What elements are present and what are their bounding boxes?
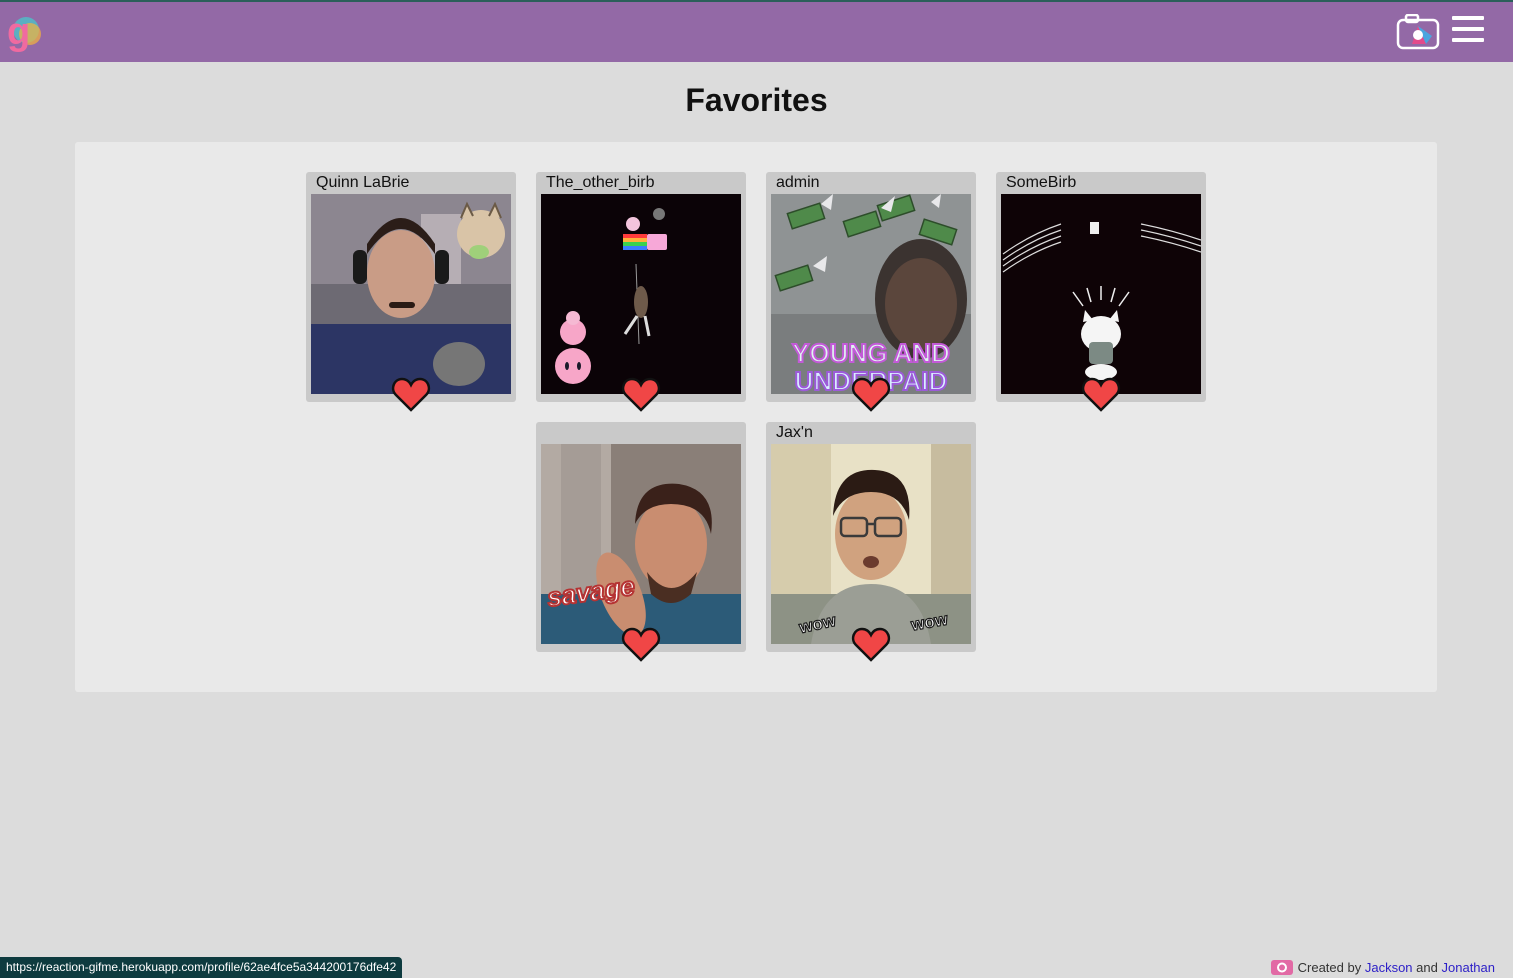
card-username[interactable]: Quinn LaBrie bbox=[316, 174, 409, 192]
heart-favorite-icon[interactable] bbox=[851, 377, 891, 413]
heart-favorite-icon[interactable] bbox=[621, 377, 661, 413]
favorites-grid: Quinn LaBrie The_other_birb admin YOUNG … bbox=[75, 142, 1437, 692]
gif-card[interactable]: The_other_birb bbox=[536, 172, 746, 412]
heart-favorite-icon[interactable] bbox=[851, 627, 891, 663]
gif-card[interactable]: admin YOUNG AND UNDERPAID bbox=[766, 172, 976, 412]
footer-prefix: Created by bbox=[1297, 960, 1362, 975]
gifme-logo-icon[interactable]: g bbox=[6, 10, 44, 54]
github-icon[interactable] bbox=[1270, 960, 1293, 975]
gif-image[interactable] bbox=[1001, 194, 1201, 394]
footer-credits: Created by Jackson and Jonathan bbox=[1270, 957, 1496, 978]
gif-image[interactable]: wow wow bbox=[771, 444, 971, 644]
card-username[interactable]: SomeBirb bbox=[1006, 174, 1076, 192]
gif-card[interactable]: savage bbox=[536, 422, 746, 662]
page-title: Favorites bbox=[685, 82, 828, 118]
camera-icon[interactable] bbox=[1396, 14, 1440, 50]
gif-image[interactable] bbox=[311, 194, 511, 394]
hamburger-menu-icon[interactable] bbox=[1452, 16, 1484, 48]
gif-card[interactable]: SomeBirb bbox=[996, 172, 1206, 412]
card-username[interactable]: admin bbox=[776, 174, 820, 192]
gif-image[interactable]: YOUNG AND UNDERPAID bbox=[771, 194, 971, 394]
gif-image[interactable]: savage bbox=[541, 444, 741, 644]
gif-card[interactable]: Quinn LaBrie bbox=[306, 172, 516, 412]
footer-joiner: and bbox=[1416, 960, 1438, 975]
heart-favorite-icon[interactable] bbox=[1081, 377, 1121, 413]
card-username[interactable]: Jax'n bbox=[776, 424, 813, 442]
card-username[interactable]: The_other_birb bbox=[546, 174, 655, 192]
gif-card[interactable]: Jax'n wow wow bbox=[766, 422, 976, 662]
svg-text:g: g bbox=[7, 11, 30, 53]
svg-text:YOUNG AND: YOUNG AND bbox=[792, 338, 950, 368]
author-link-jackson[interactable]: Jackson bbox=[1365, 960, 1413, 975]
author-link-jonathan[interactable]: Jonathan bbox=[1442, 960, 1496, 975]
heart-favorite-icon[interactable] bbox=[621, 627, 661, 663]
heart-favorite-icon[interactable] bbox=[391, 377, 431, 413]
link-status-bar: https://reaction-gifme.herokuapp.com/pro… bbox=[0, 957, 403, 978]
top-nav-bar: g bbox=[0, 0, 1513, 62]
gif-image[interactable] bbox=[541, 194, 741, 394]
